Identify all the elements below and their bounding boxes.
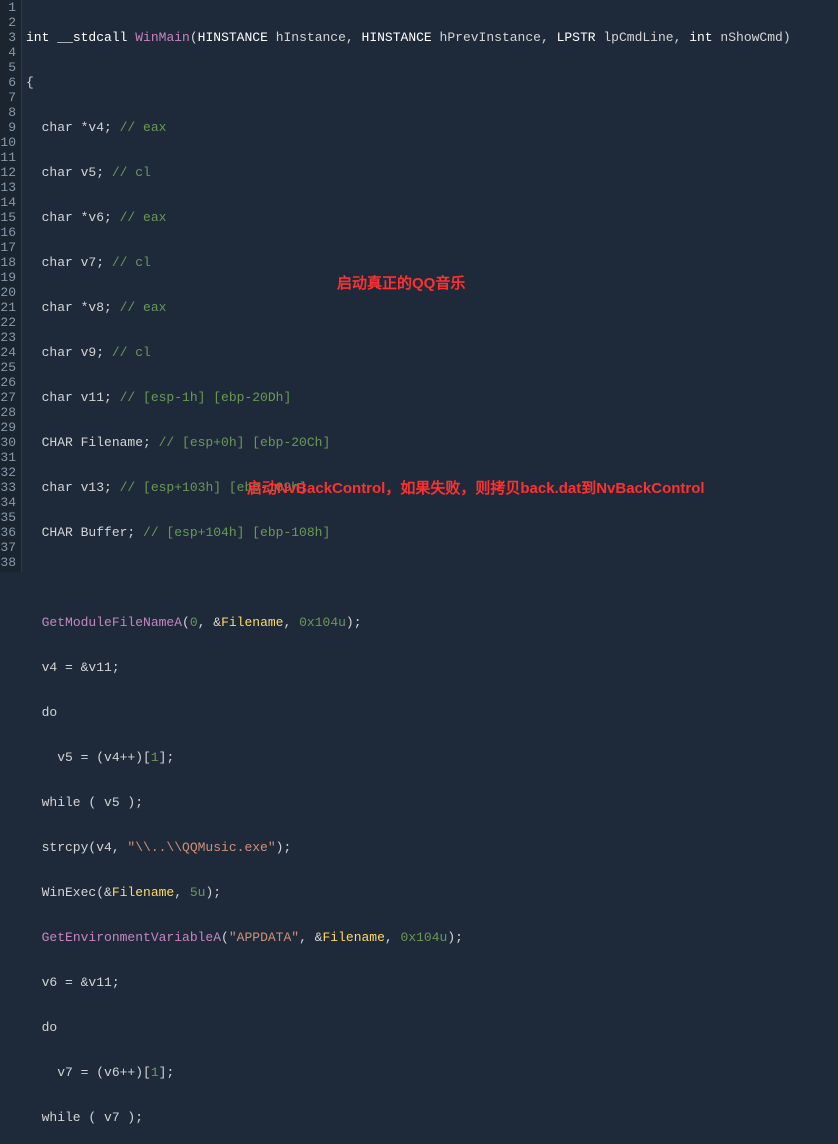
- code-line: char v5; // cl: [26, 165, 838, 180]
- line-number: 4: [0, 45, 16, 60]
- code-area[interactable]: int __stdcall WinMain(HINSTANCE hInstanc…: [22, 0, 838, 572]
- line-number: 18: [0, 255, 16, 270]
- line-number: 9: [0, 120, 16, 135]
- code-line: char *v6; // eax: [26, 210, 838, 225]
- annotation-qqmusic: 启动真正的QQ音乐: [337, 276, 465, 291]
- code-editor: 1234567891011121314151617181920212223242…: [0, 0, 838, 572]
- line-number: 30: [0, 435, 16, 450]
- line-number: 35: [0, 510, 16, 525]
- line-number: 37: [0, 540, 16, 555]
- code-line: char *v4; // eax: [26, 120, 838, 135]
- line-number: 38: [0, 555, 16, 570]
- code-line: CHAR Filename; // [esp+0h] [ebp-20Ch]: [26, 435, 838, 450]
- line-number: 10: [0, 135, 16, 150]
- line-number: 3: [0, 30, 16, 45]
- line-number: 5: [0, 60, 16, 75]
- code-line: GetEnvironmentVariableA("APPDATA", &File…: [26, 930, 838, 945]
- line-number: 13: [0, 180, 16, 195]
- line-number: 14: [0, 195, 16, 210]
- line-number: 2: [0, 15, 16, 30]
- line-number: 31: [0, 450, 16, 465]
- line-number: 36: [0, 525, 16, 540]
- line-number: 15: [0, 210, 16, 225]
- line-number: 34: [0, 495, 16, 510]
- line-number: 23: [0, 330, 16, 345]
- code-line: char v11; // [esp-1h] [ebp-20Dh]: [26, 390, 838, 405]
- line-number: 1: [0, 0, 16, 15]
- code-line: char v9; // cl: [26, 345, 838, 360]
- line-number: 8: [0, 105, 16, 120]
- code-line: while ( v5 );: [26, 795, 838, 810]
- line-number: 25: [0, 360, 16, 375]
- line-number: 28: [0, 405, 16, 420]
- line-number: 26: [0, 375, 16, 390]
- line-number: 21: [0, 300, 16, 315]
- line-number: 32: [0, 465, 16, 480]
- line-number: 12: [0, 165, 16, 180]
- line-number: 7: [0, 90, 16, 105]
- line-number: 33: [0, 480, 16, 495]
- code-line: {: [26, 75, 838, 90]
- code-line: CHAR Buffer; // [esp+104h] [ebp-108h]: [26, 525, 838, 540]
- code-line: v5 = (v4++)[1];: [26, 750, 838, 765]
- code-line: v6 = &v11;: [26, 975, 838, 990]
- code-line: strcpy(v4, "\\..\\QQMusic.exe");: [26, 840, 838, 855]
- code-line: do: [26, 705, 838, 720]
- line-number: 24: [0, 345, 16, 360]
- code-line: char v7; // cl: [26, 255, 838, 270]
- code-line: do: [26, 1020, 838, 1035]
- code-line: WinExec(&Filename, 5u);: [26, 885, 838, 900]
- code-line: char *v8; // eax: [26, 300, 838, 315]
- line-number: 20: [0, 285, 16, 300]
- code-line: v7 = (v6++)[1];: [26, 1065, 838, 1080]
- line-number: 16: [0, 225, 16, 240]
- code-line: int __stdcall WinMain(HINSTANCE hInstanc…: [26, 30, 838, 45]
- line-number: 6: [0, 75, 16, 90]
- line-number-gutter: 1234567891011121314151617181920212223242…: [0, 0, 22, 572]
- code-line: GetModuleFileNameA(0, &Filename, 0x104u)…: [26, 615, 838, 630]
- line-number: 29: [0, 420, 16, 435]
- line-number: 17: [0, 240, 16, 255]
- line-number: 11: [0, 150, 16, 165]
- code-line: [26, 570, 838, 585]
- code-line: v4 = &v11;: [26, 660, 838, 675]
- code-line: while ( v7 );: [26, 1110, 838, 1125]
- line-number: 19: [0, 270, 16, 285]
- line-number: 27: [0, 390, 16, 405]
- annotation-nvbackcontrol: 启动NvBackControl，如果失败，则拷贝back.dat到NvBackC…: [247, 481, 705, 496]
- line-number: 22: [0, 315, 16, 330]
